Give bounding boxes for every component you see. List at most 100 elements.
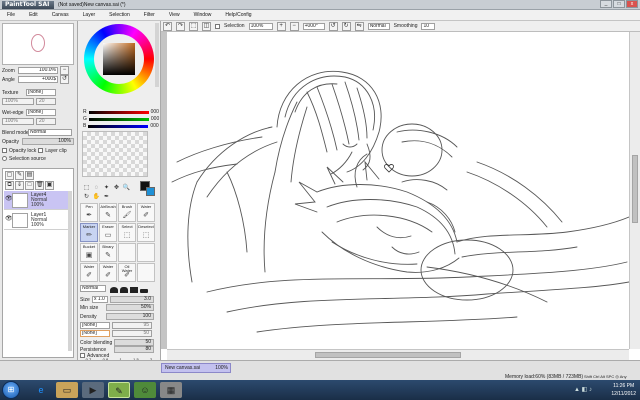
- menu-file[interactable]: File: [0, 10, 22, 21]
- angle-field[interactable]: +000$: [18, 76, 58, 83]
- brush-texture-strength[interactable]: 95: [112, 322, 152, 329]
- horizontal-scroll-thumb[interactable]: [315, 352, 461, 358]
- explorer-icon[interactable]: ▭: [56, 382, 78, 398]
- canvas-tab[interactable]: New canvas.sai 100%: [161, 363, 231, 373]
- chat-app-icon[interactable]: ☺: [134, 382, 156, 398]
- selection-tool-icon[interactable]: ⬚: [82, 184, 91, 192]
- red-slider[interactable]: [88, 110, 149, 114]
- brush-mode-select[interactable]: Normal: [80, 285, 106, 292]
- delete-layer-icon[interactable]: 🗑: [35, 181, 44, 190]
- new-folder-icon[interactable]: ▤: [25, 171, 34, 180]
- maximize-button[interactable]: □: [613, 0, 625, 8]
- brush-brush[interactable]: Brush 🖌: [118, 203, 136, 222]
- brush-select[interactable]: Select ⬚: [118, 223, 136, 242]
- clock[interactable]: 11:26 PM 12/11/2012: [611, 382, 636, 398]
- clear-layer-icon[interactable]: □: [25, 181, 34, 190]
- visibility-eye-icon[interactable]: 👁: [5, 196, 13, 202]
- vertical-scroll-thumb[interactable]: [632, 155, 638, 223]
- brush-deselect[interactable]: Deselect ⬚: [137, 223, 155, 242]
- brush-water-3[interactable]: Water ✐: [99, 263, 117, 282]
- minimize-button[interactable]: _: [600, 0, 612, 8]
- brush-eraser[interactable]: Eraser ▭: [99, 223, 117, 242]
- menu-filter[interactable]: Filter: [137, 10, 162, 21]
- round-tip-icon[interactable]: [110, 287, 118, 293]
- zoom-out-icon[interactable]: −: [289, 21, 299, 31]
- menu-layer[interactable]: Layer: [76, 10, 103, 21]
- eyedropper-icon[interactable]: ✒: [102, 193, 111, 201]
- canvas-angle-field[interactable]: +000°: [302, 22, 325, 30]
- wetedge-scale[interactable]: 100%: [2, 118, 34, 125]
- visibility-eye-icon[interactable]: 👁: [5, 216, 13, 222]
- new-linework-layer-icon[interactable]: ✎: [15, 171, 24, 180]
- close-button[interactable]: x: [626, 0, 638, 8]
- flip-icon[interactable]: ⇋: [354, 21, 364, 31]
- canvas-vertical-scrollbar[interactable]: [629, 32, 640, 349]
- opacity-slider[interactable]: 100%: [22, 138, 74, 145]
- redo-icon[interactable]: ↷: [176, 21, 185, 31]
- sai-taskbar-icon[interactable]: ✎: [108, 382, 130, 398]
- minsize-slider[interactable]: 50%: [106, 304, 154, 311]
- rotate-left-icon[interactable]: ↺: [328, 21, 338, 31]
- brush-wetedge-select[interactable]: [None]: [80, 330, 110, 337]
- move-tool-icon[interactable]: ✥: [112, 184, 121, 192]
- selection-source-radio[interactable]: [2, 156, 7, 161]
- opacity-lock-checkbox[interactable]: [2, 148, 7, 153]
- menu-view[interactable]: View: [162, 10, 187, 21]
- zoom-field[interactable]: 100.0%: [18, 67, 58, 74]
- menu-edit[interactable]: Edit: [22, 10, 45, 21]
- brush-wetedge-strength[interactable]: 50: [112, 330, 152, 337]
- color-wheel[interactable]: [84, 24, 154, 94]
- hand-tool-icon[interactable]: ✋: [92, 193, 101, 201]
- menu-help[interactable]: Help/Config: [218, 10, 258, 21]
- size-slider[interactable]: 3.0: [110, 296, 154, 303]
- brush-binary[interactable]: Binary ✎: [99, 243, 117, 262]
- brush-empty-slot[interactable]: [118, 243, 136, 262]
- brush-pen[interactable]: Pen ✒: [80, 203, 98, 222]
- start-button[interactable]: ⊞: [2, 381, 20, 399]
- lasso-tool-icon[interactable]: ◌: [92, 184, 101, 192]
- brush-marker[interactable]: Marker ✏: [80, 223, 98, 242]
- background-color-swatch[interactable]: [146, 187, 155, 196]
- color-blending-slider[interactable]: 50: [114, 339, 154, 346]
- brush-texture-select[interactable]: [None]: [80, 322, 110, 329]
- brush-empty-slot[interactable]: [137, 243, 155, 262]
- swatch-palette[interactable]: [82, 131, 148, 177]
- blend-mode-select[interactable]: Normal: [28, 129, 72, 136]
- system-tray-icons[interactable]: ▲ ◧ ♪: [574, 386, 592, 393]
- brush-airbrush[interactable]: AirBrush ✎: [99, 203, 117, 222]
- size-multiplier[interactable]: x 1.0: [92, 296, 108, 303]
- rotate-right-icon[interactable]: ↻: [341, 21, 351, 31]
- zoom-in-icon[interactable]: +: [276, 21, 286, 31]
- ie-icon[interactable]: e: [30, 382, 52, 398]
- app-icon[interactable]: ▦: [160, 382, 182, 398]
- merge-down-icon[interactable]: ⇓: [15, 181, 24, 190]
- zoom-tool-icon[interactable]: 🔍: [122, 184, 131, 192]
- smoothing-select[interactable]: 10: [421, 22, 436, 30]
- undo-icon[interactable]: ↶: [163, 21, 172, 31]
- layer-list-scrollbar[interactable]: [68, 191, 72, 351]
- magic-wand-icon[interactable]: ✦: [102, 184, 111, 192]
- new-layer-icon[interactable]: ▢: [5, 171, 14, 180]
- wetedge-select[interactable]: [None]: [26, 109, 56, 116]
- invert-selection-icon[interactable]: ◫: [202, 21, 211, 31]
- menu-window[interactable]: Window: [187, 10, 219, 21]
- thin-tip-icon[interactable]: [140, 289, 148, 293]
- texture-strength[interactable]: 20: [36, 98, 56, 105]
- brush-oil-water[interactable]: Oil Water ✐: [118, 263, 136, 282]
- soft-tip-icon[interactable]: [120, 287, 128, 293]
- density-slider[interactable]: 100: [106, 313, 154, 320]
- zoom-out-icon[interactable]: −: [60, 66, 69, 75]
- flat-tip-icon[interactable]: [130, 287, 138, 293]
- canvas-zoom-field[interactable]: 100%: [248, 22, 273, 30]
- wetedge-strength[interactable]: 20: [36, 118, 56, 125]
- rotate-reset-icon[interactable]: ↺: [60, 75, 69, 84]
- texture-select[interactable]: [None]: [26, 89, 56, 96]
- canvas-horizontal-scrollbar[interactable]: [167, 349, 629, 360]
- menu-canvas[interactable]: Canvas: [45, 10, 76, 21]
- copy-layer-icon[interactable]: ⧉: [5, 181, 14, 190]
- blue-slider[interactable]: [88, 124, 149, 128]
- layer-clip-checkbox[interactable]: [38, 148, 44, 153]
- brush-water[interactable]: Water ✐: [137, 203, 155, 222]
- texture-scale[interactable]: 100%: [2, 98, 34, 105]
- green-slider[interactable]: [88, 117, 149, 121]
